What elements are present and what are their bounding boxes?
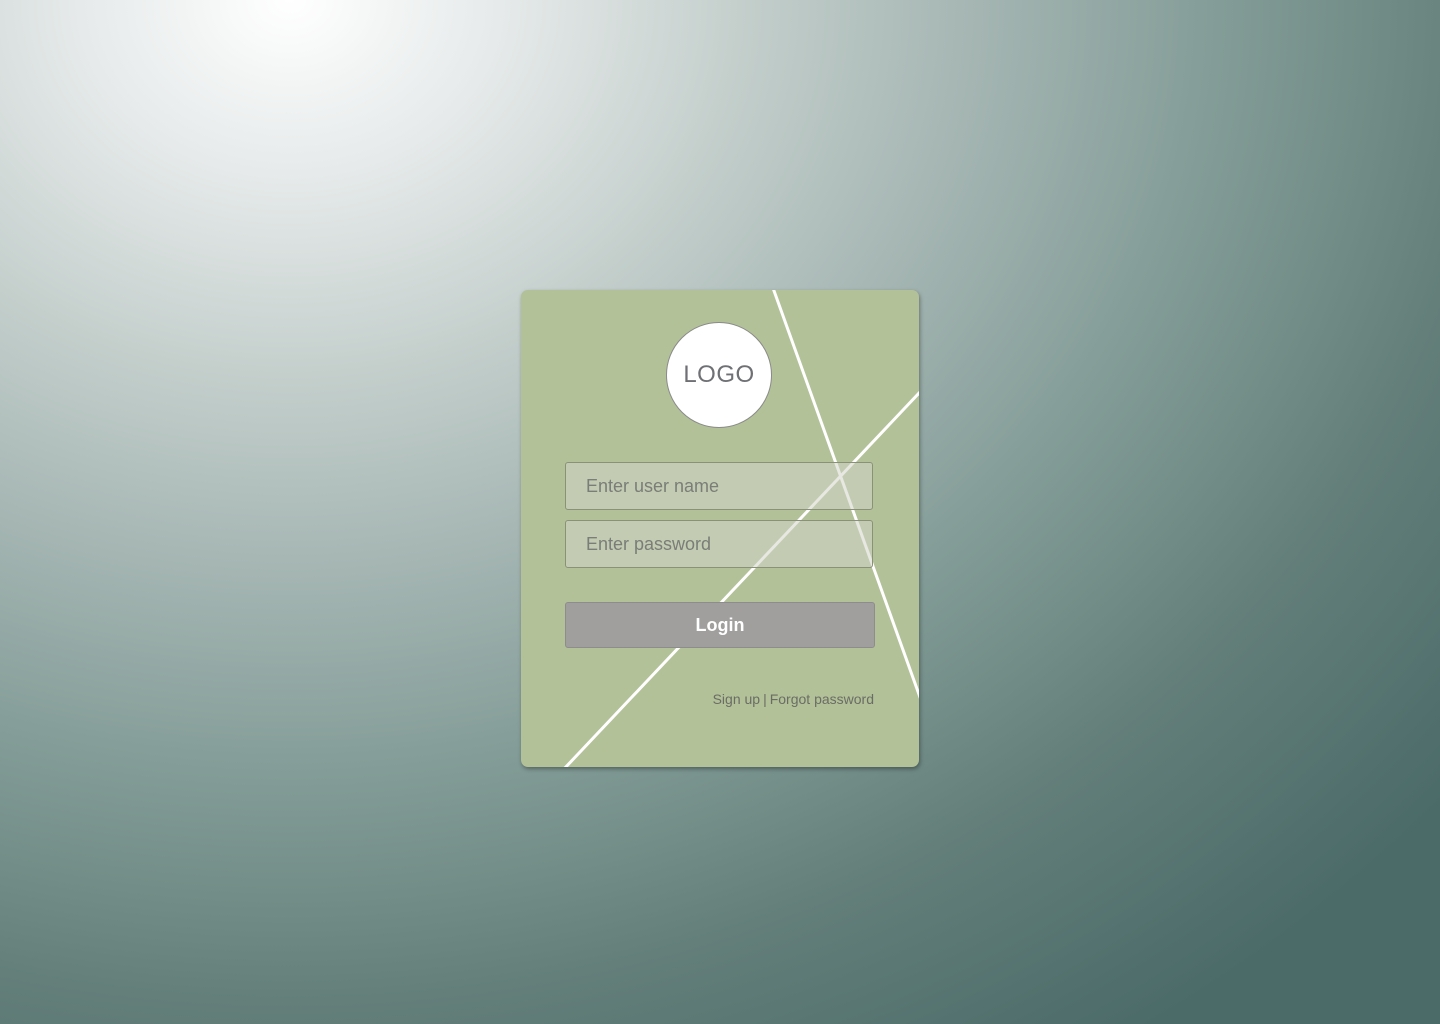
logo: LOGO xyxy=(666,322,772,428)
logo-text: LOGO xyxy=(683,361,755,388)
login-card: LOGO Login Sign up|Forgot password xyxy=(521,290,919,767)
username-input[interactable] xyxy=(565,462,873,510)
link-separator: | xyxy=(763,691,767,707)
forgot-password-link[interactable]: Forgot password xyxy=(770,691,874,707)
decorative-line xyxy=(563,390,919,767)
login-button[interactable]: Login xyxy=(565,602,875,648)
signup-link[interactable]: Sign up xyxy=(713,691,760,707)
password-input[interactable] xyxy=(565,520,873,568)
account-links: Sign up | Forgot password xyxy=(713,691,874,707)
